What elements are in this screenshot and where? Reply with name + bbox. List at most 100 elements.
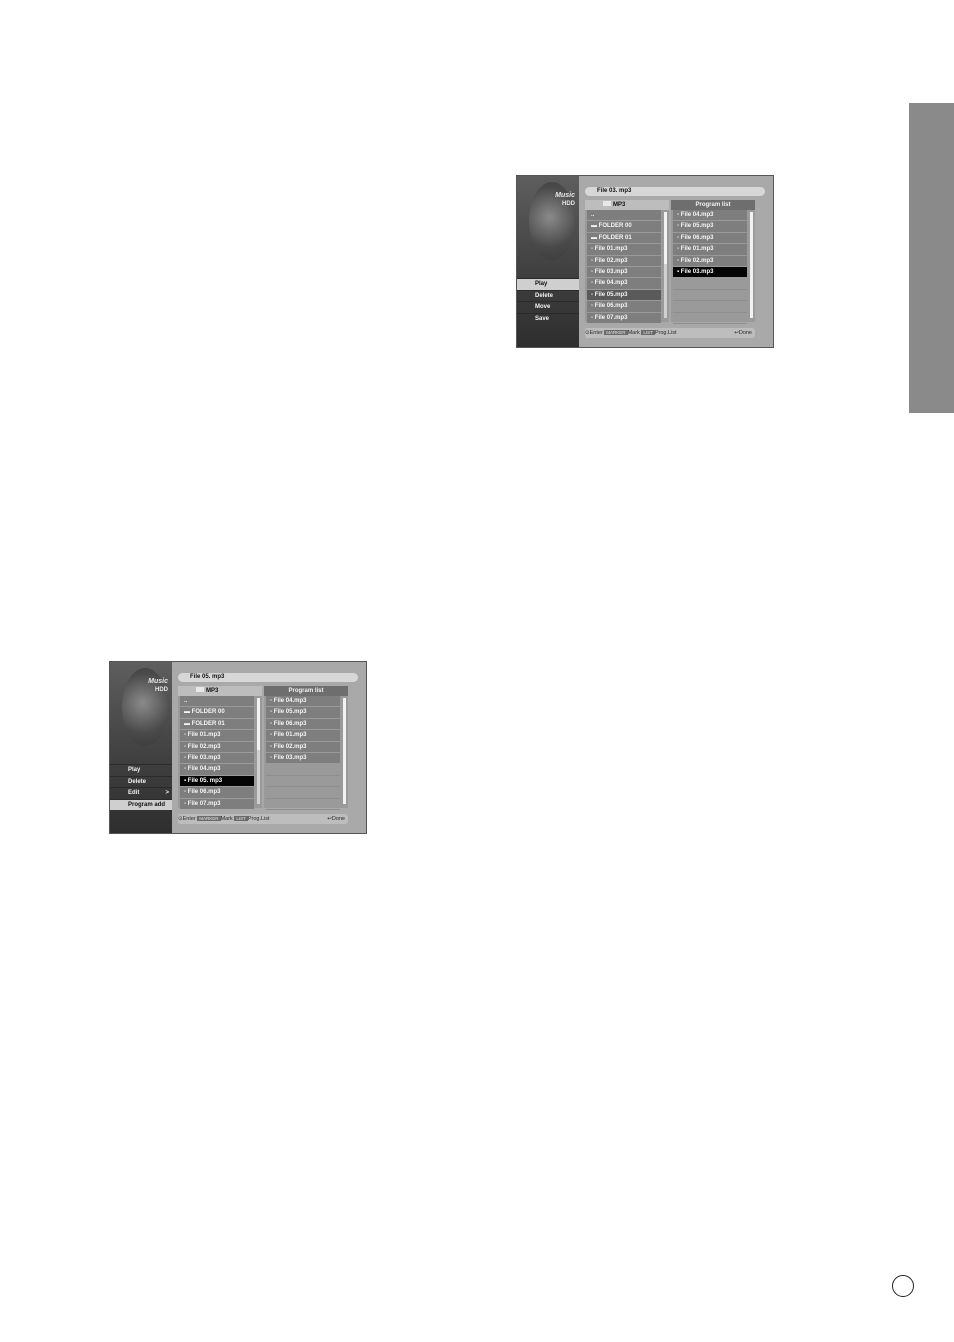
- file-list: MP3 .. ▬ FOLDER 00 ▬ FOLDER 01 ▫ File 01…: [585, 200, 669, 323]
- program-label: File 04.mp3: [680, 212, 714, 218]
- list-item[interactable]: ▫ File 06.mp3: [180, 787, 254, 798]
- menu-item-delete[interactable]: Delete: [517, 289, 579, 302]
- marker-key: MARKER: [197, 816, 221, 821]
- folder-icon: ▬: [591, 223, 599, 230]
- help-mark: Mark: [627, 330, 640, 336]
- list-item[interactable]: ▫ File 01.mp3: [587, 244, 661, 255]
- program-list-scrollbar[interactable]: [750, 212, 753, 318]
- program-item[interactable]: ▫ File 03.mp3: [266, 752, 340, 764]
- file-label: FOLDER 00: [191, 709, 225, 716]
- empty-row: [266, 764, 340, 776]
- help-bar: ⊙Enter MARKER Mark LIST Prog.List ↩Done: [585, 328, 755, 338]
- program-label: File 03.mp3: [273, 754, 307, 761]
- file-label: File 05. mp3: [187, 777, 223, 784]
- file-label: File 07.mp3: [594, 314, 628, 321]
- current-file-bar: File 05. mp3: [178, 673, 358, 682]
- program-list-header: Program list: [671, 200, 755, 210]
- menu-item-play[interactable]: Play: [110, 764, 172, 776]
- program-item[interactable]: ▫ File 02.mp3: [266, 741, 340, 752]
- folder-icon: [603, 201, 611, 206]
- scroll-thumb[interactable]: [750, 212, 753, 318]
- program-label: File 03.mp3: [680, 268, 714, 275]
- list-item-selected[interactable]: ▪ File 05. mp3: [180, 775, 254, 787]
- list-item[interactable]: ▫ File 04.mp3: [587, 278, 661, 289]
- current-file-bar: File 03. mp3: [585, 187, 765, 196]
- list-item[interactable]: ▫ File 02.mp3: [587, 255, 661, 266]
- list-item[interactable]: ▫ File 05.mp3: [587, 289, 661, 301]
- menu-item-play[interactable]: Play: [517, 278, 579, 290]
- list-item[interactable]: ▬ FOLDER 01: [587, 232, 661, 244]
- logo-text: Music HDD: [134, 678, 168, 694]
- program-item[interactable]: ▫ File 02.mp3: [673, 255, 747, 266]
- page-number-circle: [892, 1275, 914, 1297]
- list-item[interactable]: ▫ File 04.mp3: [180, 764, 254, 775]
- file-label: File 07.mp3: [187, 800, 221, 807]
- file-label: FOLDER 00: [598, 223, 632, 230]
- folder-icon: [196, 687, 204, 692]
- program-label: File 02.mp3: [680, 257, 714, 264]
- file-label: File 04.mp3: [187, 766, 221, 773]
- program-item[interactable]: ▫ File 06.mp3: [673, 232, 747, 244]
- list-item[interactable]: ▫ File 03.mp3: [180, 752, 254, 764]
- file-label: ..: [591, 212, 595, 218]
- file-list-scrollbar[interactable]: [664, 212, 667, 318]
- menu-item-move[interactable]: Move: [517, 301, 579, 313]
- menu-item-label: Edit: [128, 790, 140, 796]
- list-item[interactable]: ▫ File 07.mp3: [587, 312, 661, 323]
- program-list: Program list ▫ File 04.mp3 ▫ File 05.mp3…: [264, 686, 348, 810]
- file-label: File 01.mp3: [594, 246, 628, 253]
- program-item[interactable]: ▫ File 06.mp3: [266, 718, 340, 730]
- file-label: File 02.mp3: [594, 257, 628, 264]
- list-item[interactable]: ▫ File 07.mp3: [180, 798, 254, 809]
- program-item[interactable]: ▫ File 04.mp3: [673, 210, 747, 221]
- file-label: File 05.mp3: [594, 291, 628, 298]
- list-item[interactable]: ..: [180, 696, 254, 707]
- help-done: Done: [331, 816, 345, 822]
- list-item[interactable]: ▫ File 02.mp3: [180, 741, 254, 752]
- menu-item-delete[interactable]: Delete: [110, 775, 172, 788]
- file-label: FOLDER 01: [598, 234, 632, 241]
- help-bar: ⊙Enter MARKER Mark LIST Prog.List ↩Done: [178, 814, 348, 824]
- menu-item-program-add[interactable]: Program add: [110, 798, 172, 810]
- list-item[interactable]: ▬ FOLDER 00: [180, 707, 254, 718]
- logo-text: Music HDD: [541, 192, 575, 208]
- screen-music-program-add: Music HDD Play Delete Edit > Program add …: [109, 661, 367, 834]
- list-item[interactable]: ▫ File 06.mp3: [587, 301, 661, 312]
- file-label: File 03.mp3: [594, 268, 628, 275]
- program-list-header: Program list: [264, 686, 348, 696]
- options-menu: Play Delete Move Save: [517, 278, 579, 324]
- folder-icon: ▬: [184, 720, 192, 727]
- help-done: Done: [738, 330, 752, 336]
- file-list: MP3 .. ▬ FOLDER 00 ▬ FOLDER 01 ▫ File 01…: [178, 686, 262, 809]
- program-list-scrollbar[interactable]: [343, 698, 346, 804]
- list-item[interactable]: ▬ FOLDER 01: [180, 718, 254, 730]
- menu-item-save[interactable]: Save: [517, 312, 579, 325]
- program-item[interactable]: ▫ File 04.mp3: [266, 696, 340, 707]
- left-panel: Music HDD Play Delete Move Save: [517, 176, 579, 347]
- empty-row: [673, 313, 747, 324]
- scroll-thumb[interactable]: [257, 698, 260, 750]
- program-item[interactable]: ▫ File 05.mp3: [673, 221, 747, 232]
- help-prog-list: Prog.List: [654, 330, 677, 336]
- scroll-thumb[interactable]: [343, 698, 346, 804]
- list-item[interactable]: ▬ FOLDER 00: [587, 221, 661, 232]
- program-item[interactable]: ▫ File 01.mp3: [673, 244, 747, 255]
- list-item[interactable]: ▫ File 01.mp3: [180, 730, 254, 741]
- file-label: File 04.mp3: [594, 280, 628, 287]
- help-mark: Mark: [220, 816, 233, 822]
- scroll-thumb[interactable]: [664, 212, 667, 264]
- program-item-selected[interactable]: ▪ File 03.mp3: [673, 266, 747, 278]
- folder-header: MP3: [585, 200, 669, 210]
- program-item[interactable]: ▫ File 01.mp3: [266, 730, 340, 741]
- program-item[interactable]: ▫ File 05.mp3: [266, 707, 340, 718]
- list-key: LIST: [641, 330, 655, 335]
- list-item[interactable]: ..: [587, 210, 661, 221]
- empty-row: [673, 290, 747, 302]
- list-item[interactable]: ▫ File 03.mp3: [587, 266, 661, 278]
- section-side-tab: [909, 103, 954, 413]
- logo-title: Music: [555, 192, 575, 199]
- menu-item-edit[interactable]: Edit >: [110, 787, 172, 799]
- program-label: File 02.mp3: [273, 743, 307, 750]
- file-list-scrollbar[interactable]: [257, 698, 260, 804]
- left-panel: Music HDD Play Delete Edit > Program add: [110, 662, 172, 833]
